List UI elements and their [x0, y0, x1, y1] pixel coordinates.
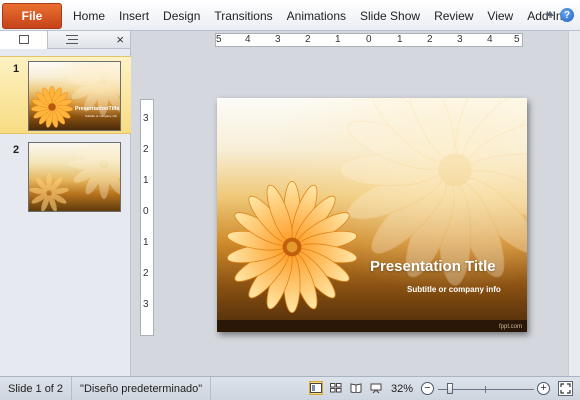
- ruler-tick: 0: [143, 206, 149, 217]
- minimize-ribbon-icon[interactable]: [546, 11, 554, 16]
- ruler-tick: 1: [143, 175, 149, 186]
- slide-counter: Slide 1 of 2: [0, 376, 73, 400]
- slides-icon: [18, 35, 29, 44]
- fit-to-window-icon[interactable]: [558, 381, 573, 396]
- slide-title[interactable]: Presentation Title: [370, 258, 496, 275]
- ruler-tick: 0: [366, 34, 372, 45]
- file-tab[interactable]: File: [2, 3, 62, 29]
- zoom-level[interactable]: 32%: [391, 377, 413, 400]
- ruler-tick: 2: [305, 34, 311, 45]
- daisy-icon: [31, 86, 73, 128]
- tab-slide-show[interactable]: Slide Show: [353, 0, 427, 31]
- view-buttons: [309, 381, 383, 395]
- tab-transitions[interactable]: Transitions: [207, 0, 279, 31]
- tab-animations[interactable]: Animations: [280, 0, 353, 31]
- help-icon[interactable]: ?: [560, 8, 574, 22]
- daisy-icon: [226, 180, 358, 314]
- slide-thumbnail-image: [28, 142, 121, 212]
- slide-canvas[interactable]: Presentation Title Subtitle or company i…: [217, 98, 527, 332]
- vertical-scrollbar[interactable]: [568, 31, 580, 376]
- ruler-tick: 1: [143, 237, 149, 248]
- slide-credit: fppt.com: [498, 324, 522, 330]
- tab-outline[interactable]: [48, 31, 96, 49]
- tab-insert[interactable]: Insert: [112, 0, 156, 31]
- ruler-tick: 4: [245, 34, 251, 45]
- tab-slides[interactable]: [0, 30, 48, 49]
- thumbnail-subtitle: Subtitle or company info: [85, 114, 118, 118]
- thumbnail-title: PresentationTitle: [75, 106, 120, 112]
- reading-view-icon[interactable]: [349, 381, 363, 395]
- slide-subtitle[interactable]: Subtitle or company info: [407, 285, 501, 294]
- slides-pane: × 1 PresentationTitle Subtitle or compan…: [0, 30, 131, 376]
- tab-view[interactable]: View: [480, 0, 520, 31]
- ruler-tick: 3: [457, 34, 463, 45]
- ruler-tick: 3: [143, 113, 149, 124]
- ruler-tick: 3: [275, 34, 281, 45]
- slide-show-icon[interactable]: [369, 381, 383, 395]
- slide-number: 2: [13, 144, 20, 156]
- ribbon-tab-bar: File Home Insert Design Transitions Anim…: [0, 0, 580, 31]
- ruler-tick: 5: [514, 34, 520, 45]
- zoom-slider-center-mark: [485, 386, 486, 393]
- ruler-tick: 3: [143, 299, 149, 310]
- ruler-tick: 4: [487, 34, 493, 45]
- slide-sorter-icon[interactable]: [329, 381, 343, 395]
- close-pane-icon[interactable]: ×: [116, 32, 124, 47]
- zoom-in-icon[interactable]: +: [537, 382, 550, 395]
- ribbon-tabs: Home Insert Design Transitions Animation…: [66, 0, 576, 31]
- slide-number: 1: [13, 63, 20, 75]
- slide-thumbnail-1[interactable]: 1 PresentationTitle Subtitle or company …: [0, 56, 131, 134]
- tab-review[interactable]: Review: [427, 0, 480, 31]
- ruler-tick: 1: [397, 34, 403, 45]
- slide-thumbnail-2[interactable]: 2: [0, 138, 131, 216]
- outline-icon: [66, 35, 78, 44]
- ruler-tick: 1: [335, 34, 341, 45]
- pane-tabs: ×: [0, 30, 130, 49]
- horizontal-ruler: 5 4 3 2 1 0 1 2 3 4 5: [215, 33, 523, 47]
- status-bar: Slide 1 of 2 "Diseño predeterminado" 32%…: [0, 376, 580, 400]
- ruler-tick: 2: [143, 268, 149, 279]
- theme-name[interactable]: "Diseño predeterminado": [72, 376, 212, 400]
- slide-editing-area: 5 4 3 2 1 0 1 2 3 4 5 3 2 1 0 1 2 3 Pres…: [131, 31, 580, 376]
- zoom-slider-thumb[interactable]: [446, 383, 453, 394]
- ruler-tick: 5: [216, 34, 222, 45]
- slide-thumbnail-image: PresentationTitle Subtitle or company in…: [28, 61, 121, 131]
- daisy-icon: [29, 173, 69, 211]
- zoom-out-icon[interactable]: −: [421, 382, 434, 395]
- tab-design[interactable]: Design: [156, 0, 207, 31]
- ruler-tick: 2: [427, 34, 433, 45]
- daisy-icon: [69, 143, 120, 199]
- vertical-ruler: 3 2 1 0 1 2 3: [140, 99, 154, 336]
- tab-home[interactable]: Home: [66, 0, 112, 31]
- normal-view-icon[interactable]: [309, 381, 323, 395]
- slide-footer-bar: [217, 320, 527, 332]
- ruler-tick: 2: [143, 144, 149, 155]
